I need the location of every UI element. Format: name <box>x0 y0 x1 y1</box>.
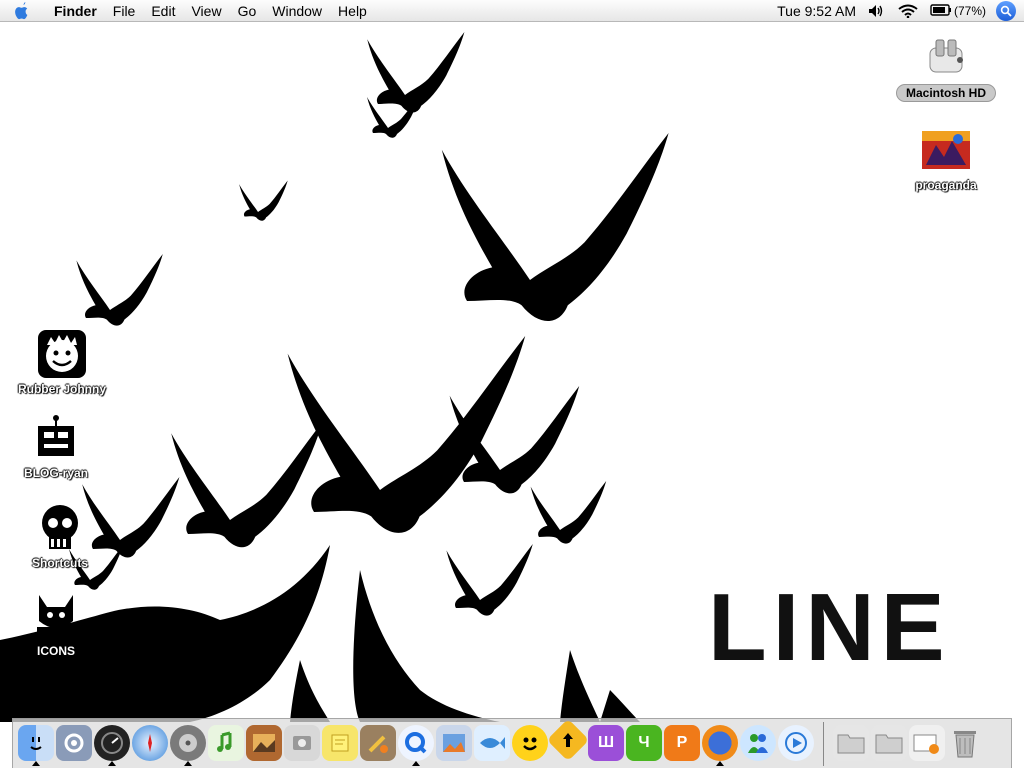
desktop-icon-shortcuts[interactable]: Shortcuts <box>10 502 110 570</box>
downloads-icon[interactable] <box>908 722 946 766</box>
menu-view[interactable]: View <box>183 0 229 22</box>
battery-status[interactable]: (77%) <box>924 0 992 22</box>
rubber-johnny-face-icon <box>36 328 88 380</box>
safari-icon[interactable] <box>131 722 169 766</box>
dock: Ш Ч P <box>12 718 1012 768</box>
stickies-icon[interactable] <box>321 722 359 766</box>
transmit-icon[interactable] <box>546 718 590 766</box>
battery-percent: (77%) <box>953 3 986 18</box>
media-player-icon[interactable] <box>777 722 815 766</box>
applications-folder-icon[interactable] <box>832 722 870 766</box>
documents-folder-icon[interactable] <box>870 722 908 766</box>
desktop-icon-rubber-johnny[interactable]: Rubber Johnny <box>12 328 112 396</box>
iphoto-icon[interactable] <box>245 722 283 766</box>
finder-icon[interactable] <box>17 722 55 766</box>
script-editor-icon[interactable] <box>359 722 397 766</box>
quicktime-icon[interactable] <box>397 722 435 766</box>
devil-character-icon <box>30 590 82 642</box>
desktop-icon-macintosh-hd[interactable]: Macintosh HD <box>896 30 997 102</box>
dock-separator <box>823 721 824 766</box>
preview-icon[interactable] <box>435 722 473 766</box>
itunes-icon[interactable] <box>169 722 207 766</box>
ichat-icon[interactable]: Ш <box>587 722 625 766</box>
firefox-icon[interactable] <box>701 722 739 766</box>
desktop-icon-proaganda[interactable]: proaganda <box>896 124 996 192</box>
dashboard-icon[interactable] <box>93 722 131 766</box>
smiley-icon[interactable] <box>511 722 549 766</box>
skull-icon <box>34 502 86 554</box>
wallpaper: LINE <box>0 31 951 722</box>
apple-logo-icon[interactable] <box>0 0 40 22</box>
desktop-icon-label: Rubber Johnny <box>17 382 106 396</box>
messenger-icon[interactable] <box>739 722 777 766</box>
spotlight-icon[interactable] <box>996 0 1016 21</box>
robot-icon <box>30 412 82 464</box>
desktop-icon-label: Shortcuts <box>31 556 88 570</box>
wifi-icon[interactable] <box>892 0 924 22</box>
menu-help[interactable]: Help <box>330 0 375 22</box>
trash-icon[interactable] <box>946 722 984 766</box>
menu-edit[interactable]: Edit <box>143 0 183 22</box>
desktop: LINE Finder File Edit View Go Window Hel… <box>0 0 1024 768</box>
menu-app-finder[interactable]: Finder <box>40 0 105 22</box>
desktop-icon-label: BLOG-ryan <box>23 466 88 480</box>
system-preferences-icon[interactable] <box>55 722 93 766</box>
menu-file[interactable]: File <box>105 0 144 22</box>
messenger-app-icon[interactable]: Ч <box>625 722 663 766</box>
menu-window[interactable]: Window <box>264 0 330 22</box>
desktop-icon-blog-ryan[interactable]: BLOG-ryan <box>6 412 106 480</box>
hard-drive-icon <box>920 30 972 82</box>
wallpaper-line-text: LINE <box>708 574 951 681</box>
fish-icon[interactable] <box>473 722 511 766</box>
battery-icon <box>930 3 952 19</box>
image-file-icon <box>920 124 972 176</box>
volume-icon[interactable] <box>862 0 892 22</box>
clock[interactable]: Tue 9:52 AM <box>771 0 862 22</box>
desktop-icon-label: Macintosh HD <box>896 84 997 102</box>
desktop-icon-label: proaganda <box>915 178 977 192</box>
menu-bar: Finder File Edit View Go Window Help Tue… <box>0 0 1024 22</box>
imovie-icon[interactable] <box>283 722 321 766</box>
desktop-icon-icons[interactable]: ICONS <box>6 590 106 658</box>
desktop-icon-label: ICONS <box>36 644 75 658</box>
garageband-icon[interactable] <box>207 722 245 766</box>
menu-go[interactable]: Go <box>230 0 265 22</box>
p-app-icon[interactable]: P <box>663 722 701 766</box>
